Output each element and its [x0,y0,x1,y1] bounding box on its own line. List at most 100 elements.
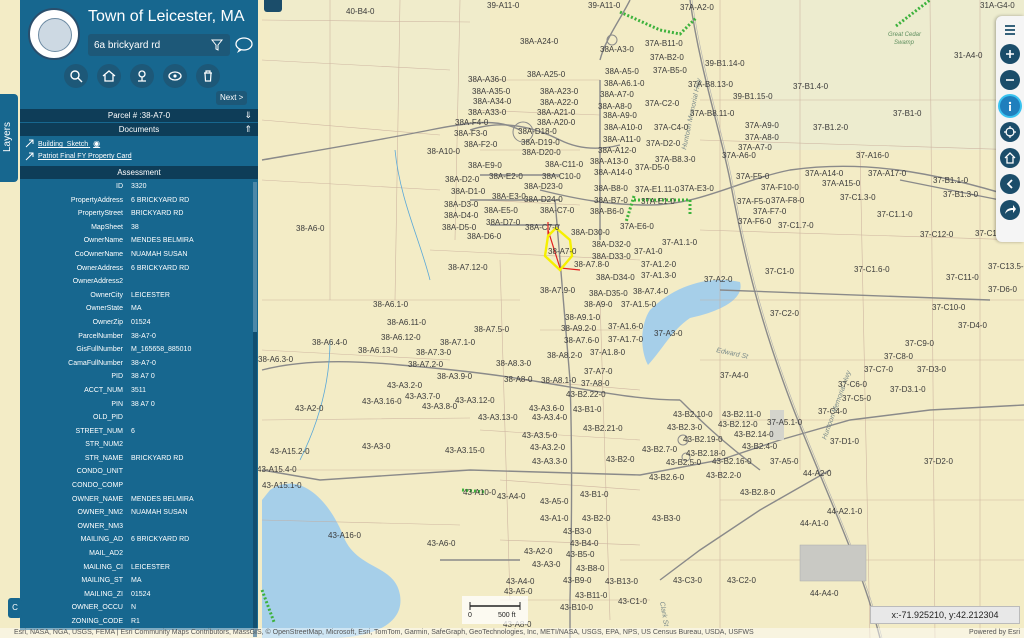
parcel-label[interactable]: 38A-A14-0 [594,169,632,177]
parcel-label[interactable]: 37A-D5-0 [635,164,669,172]
parcel-label[interactable]: 37-A1.6-0 [608,323,643,331]
parcel-label[interactable]: 38A-B7-0 [594,197,628,205]
parcel-label[interactable]: 38A-D20-0 [522,149,561,157]
parcel-label[interactable]: 43-B2.22-0 [566,391,606,399]
parcel-label[interactable]: 37A-E1-0 [641,198,675,206]
parcel-label[interactable]: 38-A8-0 [504,376,532,384]
parcel-label[interactable]: 43-A3.6-0 [529,405,564,413]
parcel-label[interactable]: 43-A5-0 [504,588,532,596]
parcel-bar[interactable]: Parcel # :38-A7-0 ⇓ [20,109,258,122]
parcel-label[interactable]: 38A-A34-0 [473,98,511,106]
parcel-label[interactable]: 43-A1-0 [540,515,568,523]
parcel-label[interactable]: 43-A3.16-0 [362,398,402,406]
parcel-label[interactable]: 43-C3-0 [673,577,702,585]
parcel-label[interactable]: 38-A6.4-0 [312,339,347,347]
parcel-label[interactable]: 43-A15.4-0 [257,466,297,474]
parcel-label[interactable]: 38-A7.1-0 [440,339,475,347]
parcel-label[interactable]: 38-A8.2-0 [547,352,582,360]
parcel-label[interactable]: 43-B8-0 [576,565,604,573]
parcel-label[interactable]: 38A-D3-0 [444,201,478,209]
parcel-label[interactable]: 38-A8.1-0 [541,377,576,385]
parcel-label[interactable]: 43-B5-0 [566,551,594,559]
parcel-label[interactable]: 43-A15.2-0 [270,448,310,456]
parcel-label[interactable]: 37-A1.8-0 [590,349,625,357]
parcel-label[interactable]: 37-A1.2-0 [641,261,676,269]
parcel-label[interactable]: 43-B2.21-0 [583,425,623,433]
parcel-label[interactable]: 37A-A6-0 [722,152,756,160]
parcel-label[interactable]: 43-A3.12-0 [455,397,495,405]
property-card-link[interactable]: Patriot Final FY Property Card [20,150,258,163]
parcel-label[interactable]: 38A-A23-0 [540,88,578,96]
parcel-label[interactable]: 38A-D7-0 [486,219,520,227]
parcel-label[interactable]: 39-B1.15-0 [733,93,773,101]
assessment-bar[interactable]: Assessment [20,166,258,179]
parcel-label[interactable]: 37-C5-0 [842,395,871,403]
parcel-label[interactable]: 40-B4-0 [346,8,374,16]
parcel-label[interactable]: 37A-F8-0 [771,197,804,205]
parcel-label[interactable]: 38A-A12-0 [598,147,636,155]
parcel-label[interactable]: 37-C10-0 [932,304,965,312]
parcel-label[interactable]: 37A-F10-0 [761,184,799,192]
parcel-label[interactable]: 37A-E3-0 [680,185,714,193]
collapse-button[interactable]: C [8,598,22,618]
parcel-label[interactable]: 37-C7-0 [864,366,893,374]
parcel-label[interactable]: 38A-A36-0 [468,76,506,84]
parcel-label[interactable]: 43-B2.12-0 [718,421,758,429]
parcel-label[interactable]: 38-A7.5-0 [474,326,509,334]
parcel-label[interactable]: 38-A7.8-0 [574,261,609,269]
parcel-label[interactable]: 43-A3.2-0 [387,382,422,390]
parcel-label[interactable]: 43-A2-0 [524,548,552,556]
parcel-label[interactable]: 37-A8-0 [581,380,609,388]
parcel-label[interactable]: 43-A5-0 [540,498,568,506]
parcel-label[interactable]: 43-A6-0 [427,540,455,548]
parcel-label[interactable]: 37-C11-0 [946,274,979,282]
parcel-label[interactable]: 38A-D30-0 [571,229,610,237]
parcel-label[interactable]: 37A-F6-0 [738,218,771,226]
parcel-label[interactable]: 38A-A33-0 [468,109,506,117]
search-box[interactable] [88,34,230,56]
parcel-label[interactable]: 37-C6-0 [838,381,867,389]
parcel-label[interactable]: 37-C1.7-0 [778,222,814,230]
parcel-label[interactable]: 38A-A8-0 [598,103,632,111]
parcel-label[interactable]: 38A-D23-0 [524,183,563,191]
parcel-label[interactable]: 38A-A35-0 [472,88,510,96]
parcel-label[interactable]: 38-A7.2-0 [408,361,443,369]
parcel-label[interactable]: 38-A6.12-0 [381,334,421,342]
parcel-label[interactable]: 38A-E5-0 [484,207,518,215]
parcel-label[interactable]: 37-C1-0 [765,268,794,276]
parcel-label[interactable]: 38A-D35-0 [589,290,628,298]
identify-button[interactable] [1000,96,1020,116]
parcel-label[interactable]: 39-A11-0 [588,2,620,10]
parcel-label[interactable]: 38-A9.2-0 [561,325,596,333]
parcel-label[interactable]: 44-A2-0 [803,470,831,478]
parcel-label[interactable]: 38A-C11-0 [545,161,583,169]
parcel-label[interactable]: 38-A7.4-0 [633,288,668,296]
parcel-label[interactable]: 38A-D24-0 [524,196,563,204]
parcel-label[interactable]: 38A-A22-0 [540,99,578,107]
parcel-label[interactable]: 38A-D1-0 [451,188,485,196]
back-button[interactable] [1000,174,1020,194]
parcel-label[interactable]: 37A-A14-0 [805,170,843,178]
parcel-label[interactable]: 37-C1.6-0 [854,266,890,274]
scrollbar-thumb[interactable] [253,182,257,332]
parcel-label[interactable]: 39-B1.14-0 [705,60,745,68]
parcel-label[interactable]: 38A-F4-0 [455,119,488,127]
parcel-label[interactable]: 43-B1-0 [573,406,601,414]
parcel-label[interactable]: 43-A16-0 [328,532,361,540]
parcel-label[interactable]: 38A-A20-0 [537,119,575,127]
parcel-label[interactable]: 37A-C4-0 [654,124,688,132]
parcel-label[interactable]: 37-C9-0 [905,340,934,348]
parcel-label[interactable]: 37-D2-0 [924,458,953,466]
parcel-label[interactable]: 43-A3.15-0 [445,447,485,455]
parcel-label[interactable]: 37A-A9-0 [745,122,779,130]
parcel-label[interactable]: 43-A2-0 [295,405,323,413]
parcel-label[interactable]: 38-A7.3-0 [416,349,451,357]
parcel-label[interactable]: 38-A6.1-0 [373,301,408,309]
parcel-label[interactable]: 43-B3-0 [652,515,680,523]
parcel-label[interactable]: 43-A3.7-0 [405,393,440,401]
parcel-label[interactable]: 43-B2.6-0 [649,474,684,482]
parcel-label[interactable]: 37-A1.3-0 [641,272,676,280]
parcel-label[interactable]: 38A-A3-0 [600,46,634,54]
parcel-label[interactable]: 43-B2.10-0 [673,411,713,419]
parcel-label[interactable]: 38-A7.9-0 [540,287,575,295]
